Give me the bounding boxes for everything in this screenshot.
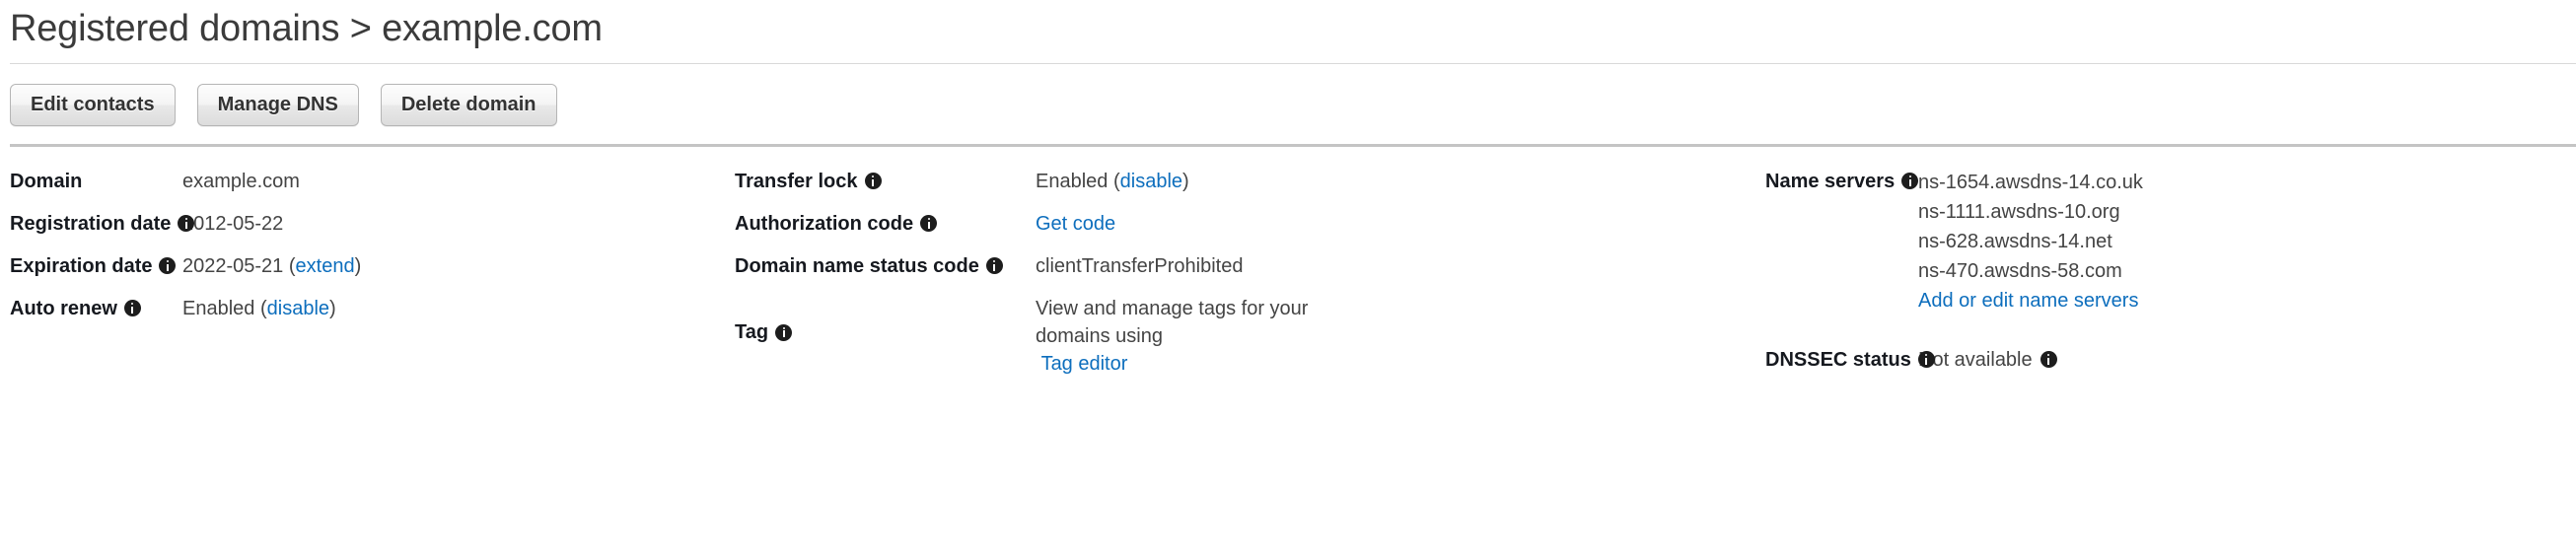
- info-icon[interactable]: [159, 257, 177, 274]
- details-column-3: Name servers ns-1654.awsdns-14.co.uk ns-…: [1765, 161, 2564, 382]
- detail-row-transfer-lock: Transfer lock Enabled ( disable ): [735, 161, 1751, 203]
- detail-row-domain: Domain example.com: [10, 161, 720, 203]
- auto-renew-value: Enabled ( disable ): [182, 288, 336, 322]
- detail-row-auto-renew: Auto renew Enabled ( disable ): [10, 288, 720, 330]
- expiration-date-value-text: 2022-05-21: [182, 254, 284, 277]
- details-column-1: Domain example.com Registration date 201…: [10, 161, 720, 330]
- open-paren: (: [1112, 170, 1120, 192]
- manage-dns-button[interactable]: Manage DNS: [196, 83, 359, 126]
- transfer-lock-value: Enabled ( disable ): [1036, 161, 1361, 195]
- info-icon[interactable]: [123, 300, 141, 316]
- auto-renew-label: Auto renew: [10, 288, 182, 322]
- name-server-item: ns-470.awsdns-58.com: [1918, 259, 2122, 282]
- tag-value: View and manage tags for your domains us…: [1036, 288, 1361, 378]
- registration-date-value-text: 2012-05-22: [182, 212, 284, 235]
- detail-row-tag: Tag View and manage tags for your domain…: [735, 288, 1751, 378]
- dnssec-status-label-text: DNSSEC status: [1765, 348, 1911, 371]
- registration-date-label: Registration date: [10, 203, 195, 238]
- breadcrumb-current: example.com: [382, 8, 603, 49]
- info-icon[interactable]: [775, 323, 793, 341]
- action-toolbar: Edit contacts Manage DNS Delete domain: [0, 64, 2576, 144]
- domain-label: Domain: [10, 161, 182, 195]
- info-icon[interactable]: [1901, 173, 1919, 189]
- info-icon[interactable]: [1917, 351, 1935, 368]
- info-icon[interactable]: [2039, 351, 2057, 368]
- add-or-edit-name-servers-link[interactable]: Add or edit name servers: [1918, 290, 2138, 312]
- tag-label: Tag: [735, 318, 1036, 346]
- domain-name-status-code-value-text: clientTransferProhibited: [1036, 254, 1244, 277]
- detail-row-dnssec-status: DNSSEC status Not available: [1765, 339, 2564, 382]
- transfer-lock-label-text: Transfer lock: [735, 170, 858, 192]
- transfer-lock-label: Transfer lock: [735, 161, 1036, 195]
- name-server-item: ns-1111.awsdns-10.org: [1918, 200, 2120, 223]
- registration-date-label-text: Registration date: [10, 212, 172, 235]
- extend-expiration-link[interactable]: extend: [296, 252, 355, 280]
- details-column-2: Transfer lock Enabled ( disable ) Author…: [735, 161, 1751, 378]
- info-icon[interactable]: [920, 215, 938, 232]
- name-servers-label-text: Name servers: [1765, 170, 1896, 192]
- page-header: Registered domains > example.com: [0, 0, 2576, 64]
- expiration-date-label: Expiration date: [10, 245, 182, 280]
- breadcrumb-parent: Registered domains: [10, 8, 340, 49]
- name-server-item: ns-628.awsdns-14.net: [1918, 230, 2112, 252]
- name-servers-value: ns-1654.awsdns-14.co.uk ns-1111.awsdns-1…: [1918, 161, 2143, 315]
- close-paren: ): [354, 254, 362, 277]
- domain-value-text: example.com: [182, 170, 300, 192]
- transfer-lock-value-text: Enabled: [1036, 170, 1109, 192]
- auto-renew-label-text: Auto renew: [10, 297, 117, 319]
- domain-name-status-code-value: clientTransferProhibited: [1036, 245, 1361, 280]
- detail-row-name-servers: Name servers ns-1654.awsdns-14.co.uk ns-…: [1765, 161, 2564, 315]
- domain-name-status-code-label-text: Domain name status code: [735, 254, 979, 277]
- delete-domain-button[interactable]: Delete domain: [380, 83, 557, 126]
- page-title: Registered domains > example.com: [0, 0, 2576, 53]
- dnssec-status-value-text: Not available: [1918, 348, 2033, 371]
- name-servers-label: Name servers: [1765, 161, 1919, 195]
- detail-row-expiration-date: Expiration date 2022-05-21 ( extend ): [10, 245, 720, 288]
- auto-renew-value-text: Enabled: [182, 297, 255, 319]
- info-icon[interactable]: [864, 173, 882, 189]
- domain-label-text: Domain: [10, 170, 83, 192]
- breadcrumb-separator: >: [349, 8, 372, 49]
- domain-name-status-code-label: Domain name status code: [735, 245, 1036, 280]
- open-paren: (: [288, 254, 296, 277]
- tag-description-text: View and manage tags for your domains us…: [1036, 297, 1309, 347]
- expiration-date-value: 2022-05-21 ( extend ): [182, 245, 361, 280]
- domain-value: example.com: [182, 161, 300, 195]
- get-code-link[interactable]: Get code: [1036, 210, 1115, 238]
- authorization-code-label-text: Authorization code: [735, 212, 914, 235]
- detail-row-authorization-code: Authorization code Get code: [735, 203, 1751, 245]
- disable-transfer-lock-link[interactable]: disable: [1120, 168, 1182, 195]
- dnssec-status-value: Not available: [1918, 339, 2057, 374]
- authorization-code-label: Authorization code: [735, 203, 1036, 238]
- info-icon[interactable]: [985, 257, 1003, 274]
- registration-date-value: 2012-05-22: [182, 203, 283, 238]
- detail-row-registration-date: Registration date 2012-05-22: [10, 203, 720, 245]
- expiration-date-label-text: Expiration date: [10, 254, 153, 277]
- name-server-item: ns-1654.awsdns-14.co.uk: [1918, 171, 2143, 193]
- tag-label-text: Tag: [735, 321, 769, 343]
- close-paren: ): [1182, 170, 1189, 192]
- disable-auto-renew-link[interactable]: disable: [267, 295, 329, 322]
- edit-contacts-button[interactable]: Edit contacts: [10, 83, 176, 126]
- tag-editor-link[interactable]: Tag editor: [1041, 350, 1128, 378]
- close-paren: ): [329, 297, 336, 319]
- dnssec-status-label: DNSSEC status: [1765, 339, 1935, 374]
- authorization-code-value: Get code: [1036, 203, 1361, 238]
- detail-row-domain-name-status-code: Domain name status code clientTransferPr…: [735, 245, 1751, 288]
- domain-details: Domain example.com Registration date 201…: [0, 147, 2576, 482]
- open-paren: (: [259, 297, 267, 319]
